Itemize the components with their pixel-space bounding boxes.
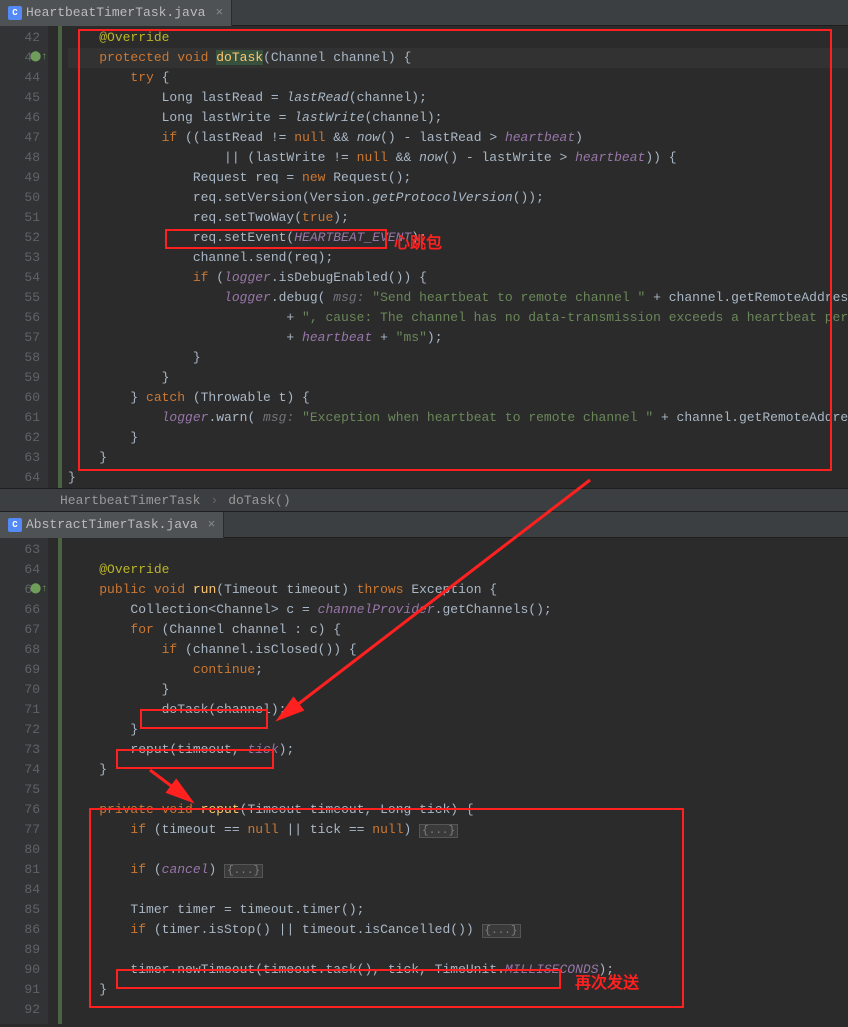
code-line: private void reput(Timeout timeout, Long…	[68, 800, 848, 820]
code-line	[68, 540, 848, 560]
java-file-icon: C	[8, 518, 22, 532]
top-editor[interactable]: 42 43⬤↑ 44 45 46 47 48 49 50 51 52 53 54…	[0, 26, 848, 488]
breadcrumb-class[interactable]: HeartbeatTimerTask	[60, 493, 200, 508]
code-line: req.setVersion(Version.getProtocolVersio…	[68, 188, 848, 208]
code-line: Long lastWrite = lastWrite(channel);	[68, 108, 848, 128]
code-line: logger.debug( msg: "Send heartbeat to re…	[68, 288, 848, 308]
breadcrumb-method[interactable]: doTask()	[228, 493, 290, 508]
code-line: Collection<Channel> c = channelProvider.…	[68, 600, 848, 620]
code-line: req.setTwoWay(true);	[68, 208, 848, 228]
code-line: Request req = new Request();	[68, 168, 848, 188]
code-line	[68, 780, 848, 800]
java-file-icon: C	[8, 6, 22, 20]
bottom-tab-bar: C AbstractTimerTask.java ×	[0, 512, 848, 538]
bottom-editor[interactable]: 63 64 65⬤↑ 66 67 68 69 70 71 72 73 74 75…	[0, 538, 848, 1024]
code-line: if (channel.isClosed()) {	[68, 640, 848, 660]
code-line: Long lastRead = lastRead(channel);	[68, 88, 848, 108]
annotation-label-resend: 再次发送	[575, 969, 639, 993]
code-line: + heartbeat + "ms");	[68, 328, 848, 348]
code-area-bottom[interactable]: @Override public void run(Timeout timeou…	[62, 538, 848, 1024]
code-line: if (logger.isDebugEnabled()) {	[68, 268, 848, 288]
annotation-label-heartbeat: 心跳包	[394, 229, 442, 253]
code-line: }	[68, 368, 848, 388]
code-line: }	[68, 980, 848, 1000]
gutter: 42 43⬤↑ 44 45 46 47 48 49 50 51 52 53 54…	[0, 26, 48, 488]
tab-abstract[interactable]: C AbstractTimerTask.java ×	[0, 512, 224, 538]
top-tab-bar: C HeartbeatTimerTask.java ×	[0, 0, 848, 26]
code-line	[68, 840, 848, 860]
code-line: }	[68, 760, 848, 780]
tab-label: HeartbeatTimerTask.java	[26, 5, 205, 20]
code-line: if (cancel) {...}	[68, 860, 848, 880]
close-icon[interactable]: ×	[208, 517, 216, 532]
code-line: if (timer.isStop() || timeout.isCancelle…	[68, 920, 848, 940]
code-line: }	[68, 680, 848, 700]
code-line	[68, 880, 848, 900]
code-line	[68, 1000, 848, 1020]
code-line: doTask(channel);	[68, 700, 848, 720]
code-line: } catch (Throwable t) {	[68, 388, 848, 408]
code-line: logger.warn( msg: "Exception when heartb…	[68, 408, 848, 428]
breadcrumb[interactable]: HeartbeatTimerTask › doTask()	[0, 488, 848, 512]
breadcrumb-sep: ›	[210, 493, 218, 508]
code-line: }	[68, 468, 848, 488]
code-line: }	[68, 428, 848, 448]
gutter-bottom: 63 64 65⬤↑ 66 67 68 69 70 71 72 73 74 75…	[0, 538, 48, 1024]
code-line: @Override	[68, 28, 848, 48]
code-line: || (lastWrite != null && now() - lastWri…	[68, 148, 848, 168]
code-line: try {	[68, 68, 848, 88]
tab-heartbeat[interactable]: C HeartbeatTimerTask.java ×	[0, 0, 232, 26]
code-line: for (Channel channel : c) {	[68, 620, 848, 640]
code-line: channel.send(req);	[68, 248, 848, 268]
code-line: + ", cause: The channel has no data-tran…	[68, 308, 848, 328]
code-area-top[interactable]: @Override protected void doTask(Channel …	[62, 26, 848, 488]
code-line: public void run(Timeout timeout) throws …	[68, 580, 848, 600]
code-line: if ((lastRead != null && now() - lastRea…	[68, 128, 848, 148]
code-line: }	[68, 348, 848, 368]
code-line: reput(timeout, tick);	[68, 740, 848, 760]
code-line: protected void doTask(Channel channel) {	[68, 48, 848, 68]
code-line: continue;	[68, 660, 848, 680]
code-line: Timer timer = timeout.timer();	[68, 900, 848, 920]
code-line: timer.newTimeout(timeout.task(), tick, T…	[68, 960, 848, 980]
close-icon[interactable]: ×	[215, 5, 223, 20]
code-line: if (timeout == null || tick == null) {..…	[68, 820, 848, 840]
code-line	[68, 940, 848, 960]
code-line: @Override	[68, 560, 848, 580]
code-line: }	[68, 448, 848, 468]
tab-label: AbstractTimerTask.java	[26, 517, 198, 532]
code-line: }	[68, 720, 848, 740]
code-line: req.setEvent(HEARTBEAT_EVENT);	[68, 228, 848, 248]
